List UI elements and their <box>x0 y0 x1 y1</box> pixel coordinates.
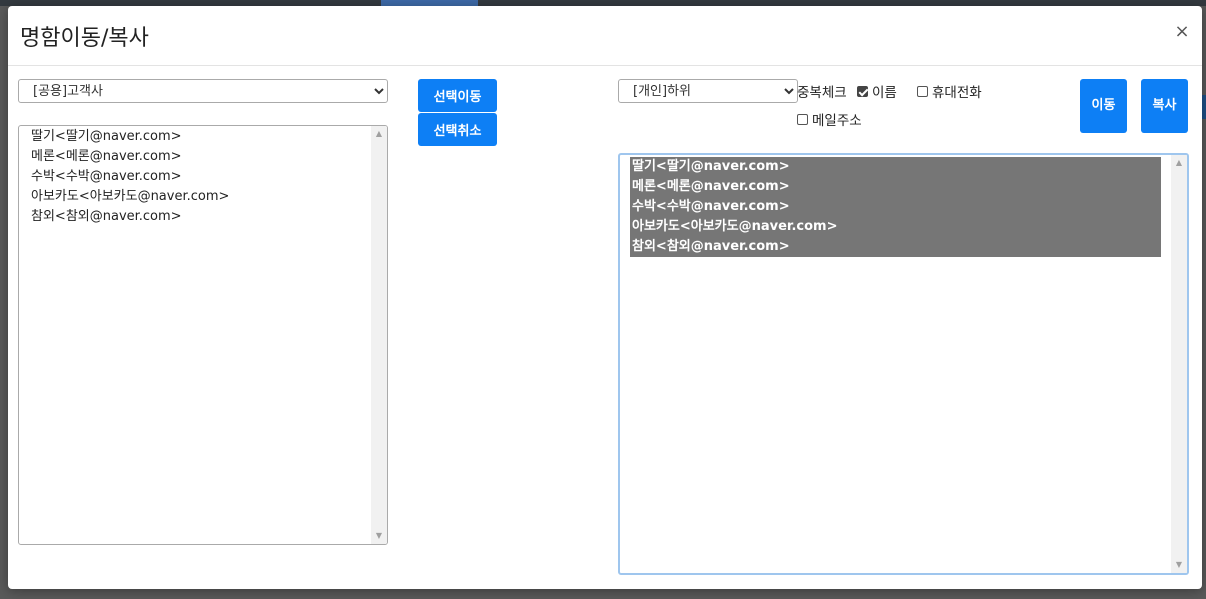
target-item[interactable]: 메론<메론@naver.com> <box>630 177 1161 197</box>
source-card-list[interactable]: 딸기<딸기@naver.com> 메론<메론@naver.com> 수박<수박@na… <box>18 125 388 545</box>
checkbox-email[interactable] <box>797 113 808 125</box>
target-group-select[interactable]: [개인]하위 <box>618 79 798 103</box>
target-card-items: 딸기<딸기@naver.com> 메론<메론@naver.com> 수박<수박@na… <box>630 157 1161 257</box>
move-button-line2: 동 <box>1103 98 1116 113</box>
checkbox-phone[interactable] <box>917 85 928 97</box>
modal-title: 명함이동/복사 <box>20 26 149 51</box>
source-group-select[interactable]: [공용]고객사 <box>18 79 388 103</box>
target-item[interactable]: 참외<참외@naver.com> <box>630 237 1161 257</box>
scroll-down-icon[interactable]: ▼ <box>1171 557 1187 573</box>
dup-check-phone[interactable]: 휴대전화 <box>917 81 982 101</box>
dup-check-name-label: 이름 <box>872 85 897 101</box>
target-item[interactable]: 수박<수박@naver.com> <box>630 197 1161 217</box>
dup-check-name[interactable]: 이름 <box>857 81 897 101</box>
checkbox-name[interactable] <box>857 85 868 97</box>
copy-button-line2: 사 <box>1164 98 1177 113</box>
move-selected-button[interactable]: 선택이동 <box>418 79 497 112</box>
target-item[interactable]: 딸기<딸기@naver.com> <box>630 157 1161 177</box>
scroll-up-icon[interactable]: ▲ <box>371 126 387 142</box>
copy-button-line1: 복 <box>1152 98 1165 113</box>
move-copy-modal: 명함이동/복사 × [공용]고객사 딸기<딸기@naver.com> 메론<메론@… <box>8 6 1202 589</box>
modal-header: 명함이동/복사 × <box>8 6 1202 66</box>
move-button-line1: 이 <box>1091 98 1104 113</box>
dup-check-email[interactable]: 메일주소 <box>797 109 862 129</box>
source-item[interactable]: 메론<메론@naver.com> <box>23 147 369 167</box>
close-icon[interactable]: × <box>1170 20 1194 44</box>
move-button[interactable]: 이 동 <box>1080 79 1127 133</box>
source-item[interactable]: 수박<수박@naver.com> <box>23 167 369 187</box>
scroll-up-icon[interactable]: ▲ <box>1171 155 1187 171</box>
cancel-selected-button[interactable]: 선택취소 <box>418 113 497 146</box>
copy-button[interactable]: 복 사 <box>1141 79 1188 133</box>
dup-check-phone-label: 휴대전화 <box>932 85 982 101</box>
duplicate-check-label: 중복체크 <box>797 85 847 101</box>
source-item[interactable]: 딸기<딸기@naver.com> <box>23 127 369 147</box>
scroll-down-icon[interactable]: ▼ <box>371 528 387 544</box>
target-item[interactable]: 아보카도<아보카도@naver.com> <box>630 217 1161 237</box>
source-item[interactable]: 아보카도<아보카도@naver.com> <box>23 187 369 207</box>
source-list-scrollbar[interactable]: ▲ ▼ <box>371 126 387 544</box>
source-item[interactable]: 참외<참외@naver.com> <box>23 207 369 227</box>
dup-check-email-label: 메일주소 <box>812 113 862 129</box>
target-list-scrollbar[interactable]: ▲ ▼ <box>1171 155 1187 573</box>
target-card-list[interactable]: 딸기<딸기@naver.com> 메론<메론@naver.com> 수박<수박@na… <box>618 153 1189 575</box>
source-card-items: 딸기<딸기@naver.com> 메론<메론@naver.com> 수박<수박@na… <box>23 127 369 227</box>
